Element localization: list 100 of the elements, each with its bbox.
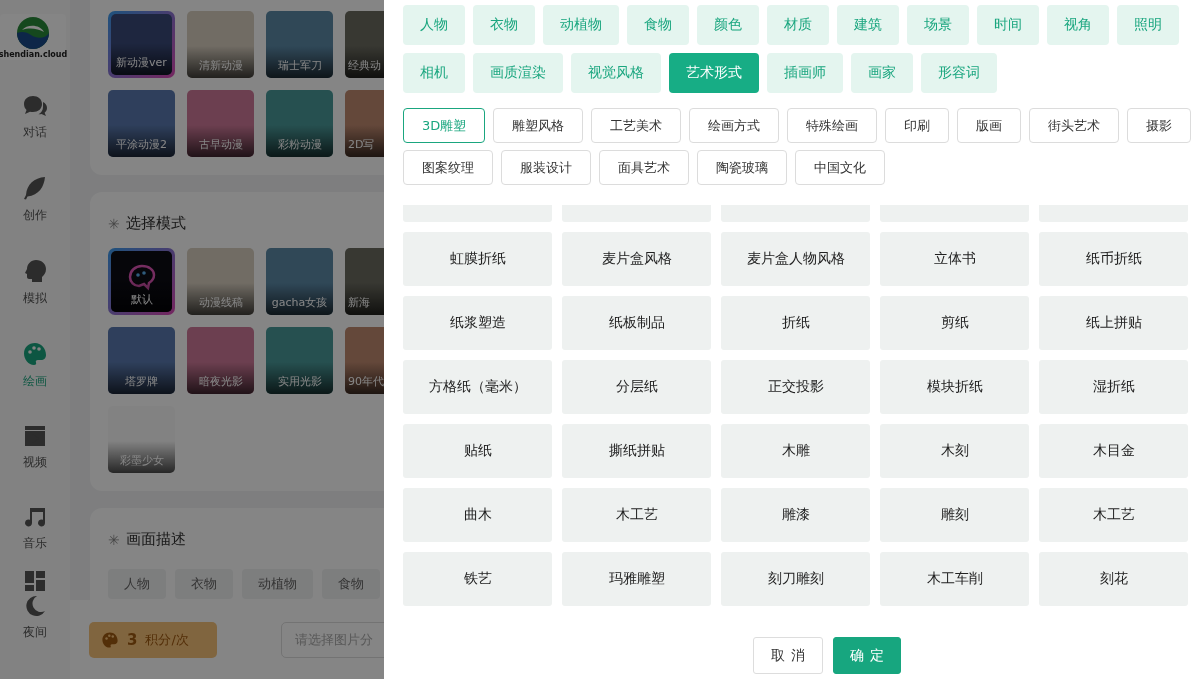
option-tile[interactable]: 虹膜折纸 [403,232,552,286]
category-tab[interactable]: 建筑 [837,5,899,45]
option-tile[interactable]: 木目金 [1039,424,1188,478]
keyword-tag[interactable]: 食物 [322,569,380,599]
nav-item[interactable] [24,570,46,592]
required-mark: ✳ [108,215,120,232]
option-tile[interactable]: 湿折纸 [1039,360,1188,414]
option-tile[interactable]: 木雕 [721,424,870,478]
option-tile[interactable]: 铁艺 [403,552,552,606]
style-thumbnail[interactable]: 塔罗牌 [108,327,175,394]
confirm-button[interactable]: 确定 [832,637,901,674]
style-thumbnail[interactable]: 新动漫ver [108,11,175,78]
style-thumbnail[interactable]: 默认 [108,248,175,315]
subcategory-tab[interactable]: 工艺美术 [591,108,682,143]
option-tile[interactable]: 纸上拼贴 [1039,296,1188,350]
chat-icon [22,94,48,118]
feather-icon [22,175,48,201]
option-tile[interactable]: 刻刀雕刻 [721,552,870,606]
nav-item[interactable]: 音乐 [23,505,47,552]
category-tab[interactable]: 材质 [767,5,829,45]
category-tab[interactable]: 动植物 [543,5,619,45]
option-tile[interactable]: 雕刻 [880,488,1029,542]
subcategory-tab[interactable]: 雕塑风格 [493,108,584,143]
category-tab[interactable]: 插画师 [767,53,843,93]
option-tile[interactable]: 分层纸 [562,360,711,414]
style-thumbnail[interactable]: 平涂动漫2 [108,90,175,157]
section-title: 画面描述 [125,530,186,549]
palette-icon [22,341,48,367]
subcategory-tab[interactable]: 图案纹理 [403,150,493,185]
style-thumbnail[interactable]: 暗夜光影 [187,327,254,394]
subcategory-tab[interactable]: 摄影 [1127,108,1192,143]
category-tab[interactable]: 相机 [403,53,465,93]
subcategory-tab[interactable]: 服装设计 [501,150,591,185]
option-tile[interactable]: 雕漆 [721,488,870,542]
category-tab[interactable]: 画家 [851,53,913,93]
option-tile[interactable]: 曲木 [403,488,552,542]
category-tab[interactable]: 时间 [977,5,1039,45]
section-title: 选择模式 [125,214,186,233]
option-tile[interactable]: 纸币折纸 [1039,232,1188,286]
nav-item[interactable]: 创作 [22,175,48,224]
option-tile[interactable]: 刻花 [1039,552,1188,606]
subcategory-tab[interactable]: 3D雕塑 [403,108,486,143]
option-tile[interactable]: 撕纸拼贴 [562,424,711,478]
nav-item[interactable]: 夜间 [23,594,47,641]
option-tile[interactable]: 贴纸 [403,424,552,478]
option-tile[interactable]: 正交投影 [721,360,870,414]
category-tab[interactable]: 画质渲染 [473,53,563,93]
option-tile[interactable]: 木工车削 [880,552,1029,606]
category-tab[interactable]: 食物 [627,5,689,45]
option-tile[interactable]: 纸浆塑造 [403,296,552,350]
style-thumbnail[interactable]: gacha女孩 [266,248,333,315]
logo-text: shendian.cloud [0,49,68,59]
keyword-tag[interactable]: 衣物 [175,569,233,599]
category-tab[interactable]: 艺术形式 [669,53,759,93]
mascot-icon [126,263,157,293]
option-tile[interactable]: 木刻 [880,424,1029,478]
keyword-tag[interactable]: 人物 [108,569,166,599]
option-tile[interactable]: 立体书 [880,232,1029,286]
subcategory-tab[interactable]: 绘画方式 [689,108,780,143]
head-silhouette-icon [22,258,48,284]
music-note-icon [23,505,47,529]
category-tab[interactable]: 视觉风格 [571,53,661,93]
subcategory-tab[interactable]: 街头艺术 [1029,108,1120,143]
option-tile[interactable]: 木工艺 [562,488,711,542]
subcategory-tab[interactable]: 版画 [957,108,1022,143]
keyword-tag[interactable]: 动植物 [242,569,313,599]
option-tile[interactable]: 纸板制品 [562,296,711,350]
style-thumbnail[interactable]: 瑞士军刀 [266,11,333,78]
nav-item[interactable]: 对话 [22,94,48,141]
option-tile[interactable]: 玛雅雕塑 [562,552,711,606]
category-tab[interactable]: 视角 [1047,5,1109,45]
option-tile[interactable]: 折纸 [721,296,870,350]
category-tab[interactable]: 形容词 [921,53,997,93]
subcategory-tab[interactable]: 陶瓷玻璃 [697,150,787,185]
style-thumbnail[interactable]: 实用光影 [266,327,333,394]
category-tab[interactable]: 人物 [403,5,465,45]
option-tile[interactable]: 麦片盒人物风格 [721,232,870,286]
category-tab[interactable]: 颜色 [697,5,759,45]
subcategory-tab[interactable]: 面具艺术 [599,150,689,185]
style-thumbnail[interactable]: 清新动漫 [187,11,254,78]
grid-icon [24,570,46,592]
option-tile[interactable]: 方格纸（毫米） [403,360,552,414]
subcategory-tab[interactable]: 印刷 [885,108,950,143]
category-tab[interactable]: 场景 [907,5,969,45]
option-tile[interactable]: 模块折纸 [880,360,1029,414]
moon-icon [23,594,47,618]
style-thumbnail[interactable]: 古早动漫 [187,90,254,157]
category-tab[interactable]: 衣物 [473,5,535,45]
cancel-button[interactable]: 取消 [752,637,823,674]
nav-item[interactable]: 模拟 [22,258,48,307]
option-tile[interactable]: 剪纸 [880,296,1029,350]
option-tile[interactable]: 麦片盒风格 [562,232,711,286]
category-tab[interactable]: 照明 [1117,5,1179,45]
style-thumbnail[interactable]: 动漫线稿 [187,248,254,315]
dim-overlay[interactable] [0,0,384,679]
subcategory-tab[interactable]: 中国文化 [795,150,885,185]
option-tile[interactable]: 木工艺 [1039,488,1188,542]
style-thumbnail[interactable]: 彩粉动漫 [266,90,333,157]
nav-item[interactable]: 视频 [23,424,47,471]
subcategory-tab[interactable]: 特殊绘画 [787,108,878,143]
